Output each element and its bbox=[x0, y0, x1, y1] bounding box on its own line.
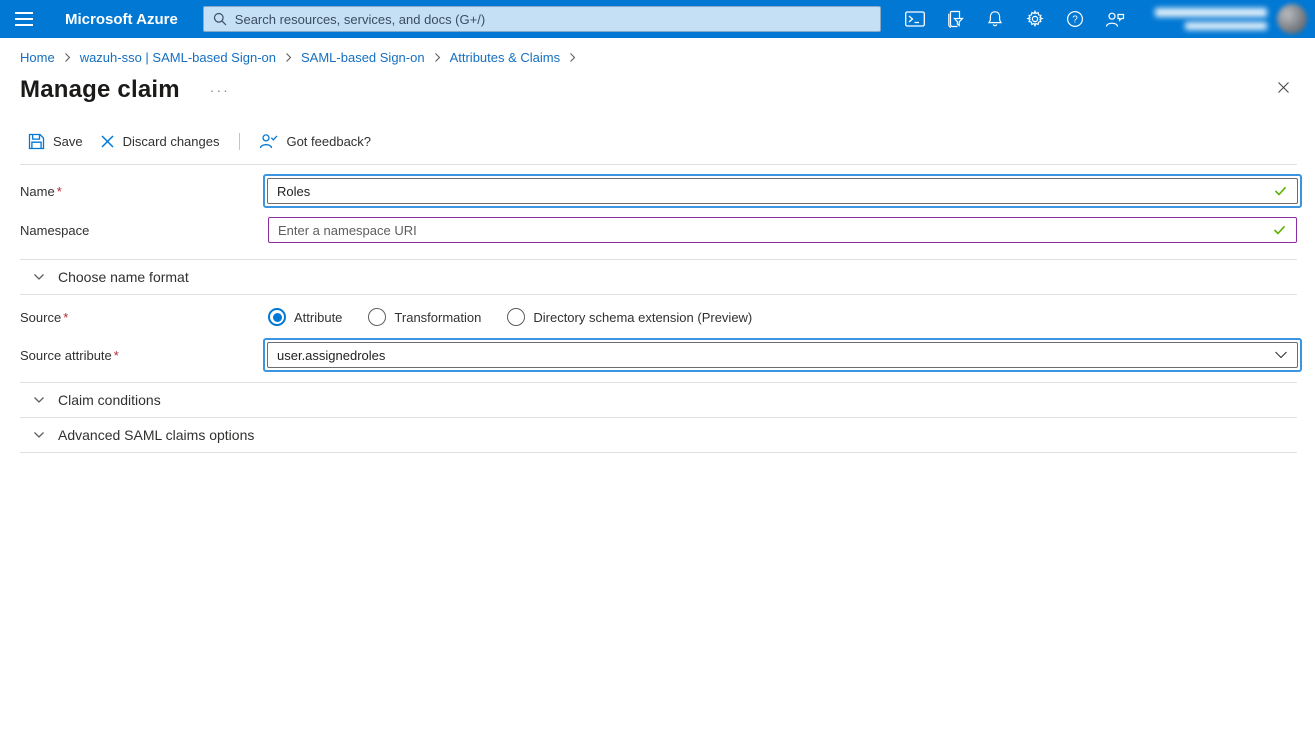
name-input-focus-ring bbox=[263, 174, 1302, 208]
breadcrumb-home[interactable]: Home bbox=[20, 50, 55, 65]
chevron-down-icon bbox=[34, 274, 44, 280]
global-search[interactable] bbox=[202, 6, 881, 32]
radio-unselected-icon bbox=[507, 308, 526, 326]
notifications-button[interactable] bbox=[975, 0, 1015, 38]
svg-text:?: ? bbox=[1072, 15, 1078, 26]
required-asterisk: * bbox=[113, 347, 119, 363]
account-info[interactable] bbox=[1155, 8, 1277, 30]
radio-selected-icon bbox=[268, 308, 286, 326]
more-options-icon[interactable]: ··· bbox=[210, 83, 230, 97]
blade-header: Manage claim ··· bbox=[20, 74, 1295, 106]
section-advanced-saml-options[interactable]: Advanced SAML claims options bbox=[0, 418, 1315, 452]
chevron-down-icon bbox=[34, 397, 44, 403]
cloud-shell-button[interactable] bbox=[895, 0, 935, 38]
source-label: Source * bbox=[20, 309, 69, 325]
namespace-row: Namespace bbox=[0, 217, 1315, 243]
feedback-label: Got feedback? bbox=[286, 133, 372, 149]
page-title: Manage claim bbox=[20, 76, 180, 103]
directory-filter-icon bbox=[947, 10, 964, 28]
close-icon bbox=[1278, 82, 1289, 93]
source-attribute-row: Source attribute * user.assignedroles bbox=[0, 338, 1315, 372]
section-divider bbox=[20, 452, 1297, 453]
command-bar: Save Discard changes Got feedback? bbox=[28, 130, 1315, 152]
name-row: Name * bbox=[0, 174, 1315, 208]
section-label: Choose name format bbox=[58, 269, 189, 285]
hamburger-menu-button[interactable] bbox=[0, 0, 48, 38]
namespace-input[interactable] bbox=[268, 217, 1297, 243]
section-label: Claim conditions bbox=[58, 392, 161, 408]
radio-attribute[interactable]: Attribute bbox=[268, 308, 342, 326]
hamburger-icon bbox=[15, 12, 33, 14]
account-directory-blurred bbox=[1185, 22, 1267, 30]
topbar-icon-group: ? bbox=[895, 0, 1135, 38]
chevron-right-icon bbox=[64, 52, 71, 63]
section-choose-name-format[interactable]: Choose name format bbox=[0, 260, 1315, 294]
save-icon bbox=[28, 133, 45, 149]
source-attribute-focus-ring: user.assignedroles bbox=[263, 338, 1302, 372]
radio-transformation[interactable]: Transformation bbox=[368, 308, 481, 326]
breadcrumb: Home wazuh-sso | SAML-based Sign-on SAML… bbox=[20, 50, 1315, 65]
name-label: Name * bbox=[20, 183, 62, 199]
discard-label: Discard changes bbox=[122, 133, 220, 149]
azure-portal-page: Microsoft Azure ? bbox=[0, 0, 1315, 453]
help-button[interactable]: ? bbox=[1055, 0, 1095, 38]
settings-button[interactable] bbox=[1015, 0, 1055, 38]
help-icon: ? bbox=[1066, 10, 1083, 28]
discard-changes-button[interactable]: Discard changes bbox=[100, 133, 220, 149]
source-attribute-label: Source attribute * bbox=[20, 347, 119, 363]
save-label: Save bbox=[53, 133, 83, 149]
close-button[interactable] bbox=[1272, 76, 1295, 102]
source-attribute-dropdown[interactable]: user.assignedroles bbox=[267, 342, 1298, 368]
manage-claim-form: Name* Namespace bbox=[0, 174, 1315, 453]
account-email-blurred bbox=[1155, 8, 1267, 17]
avatar[interactable] bbox=[1277, 4, 1307, 34]
breadcrumb-attributes-claims[interactable]: Attributes & Claims bbox=[450, 50, 561, 65]
chevron-right-icon bbox=[569, 52, 576, 63]
source-row: Source * Attribute Transformation Directo… bbox=[0, 308, 1315, 326]
brand-title[interactable]: Microsoft Azure bbox=[65, 11, 178, 28]
feedback-person-icon bbox=[1105, 12, 1124, 27]
namespace-label: Namespace bbox=[20, 222, 90, 238]
search-icon bbox=[213, 12, 227, 26]
required-asterisk: * bbox=[63, 309, 69, 325]
section-label: Advanced SAML claims options bbox=[58, 427, 255, 443]
cloud-shell-icon bbox=[904, 11, 925, 27]
required-asterisk: * bbox=[56, 183, 62, 199]
topbar: Microsoft Azure ? bbox=[0, 0, 1315, 38]
bell-icon bbox=[987, 11, 1002, 27]
search-input[interactable] bbox=[234, 11, 871, 27]
radio-unselected-icon bbox=[368, 308, 387, 326]
section-claim-conditions[interactable]: Claim conditions bbox=[0, 383, 1315, 417]
breadcrumb-app[interactable]: wazuh-sso | SAML-based Sign-on bbox=[80, 50, 276, 65]
dropdown-value: user.assignedroles bbox=[277, 347, 386, 363]
radio-directory-schema-extension[interactable]: Directory schema extension (Preview) bbox=[507, 308, 752, 326]
chevron-right-icon bbox=[434, 52, 441, 63]
chevron-down-icon bbox=[34, 432, 44, 438]
save-button[interactable]: Save bbox=[28, 133, 83, 150]
breadcrumb-saml-signon[interactable]: SAML-based Sign-on bbox=[301, 50, 425, 65]
toolbar-divider bbox=[239, 132, 241, 150]
got-feedback-button[interactable]: Got feedback? bbox=[259, 133, 371, 149]
directory-filter-button[interactable] bbox=[935, 0, 975, 38]
gear-icon bbox=[1026, 10, 1044, 28]
chevron-right-icon bbox=[285, 52, 292, 63]
section-divider bbox=[20, 294, 1297, 295]
source-radio-group: Attribute Transformation Directory schem… bbox=[268, 308, 1297, 326]
feedback-button[interactable] bbox=[1095, 0, 1135, 38]
toolbar-rule bbox=[20, 164, 1297, 165]
discard-x-icon bbox=[101, 134, 114, 148]
feedback-icon bbox=[260, 134, 278, 149]
name-input[interactable] bbox=[267, 178, 1298, 204]
